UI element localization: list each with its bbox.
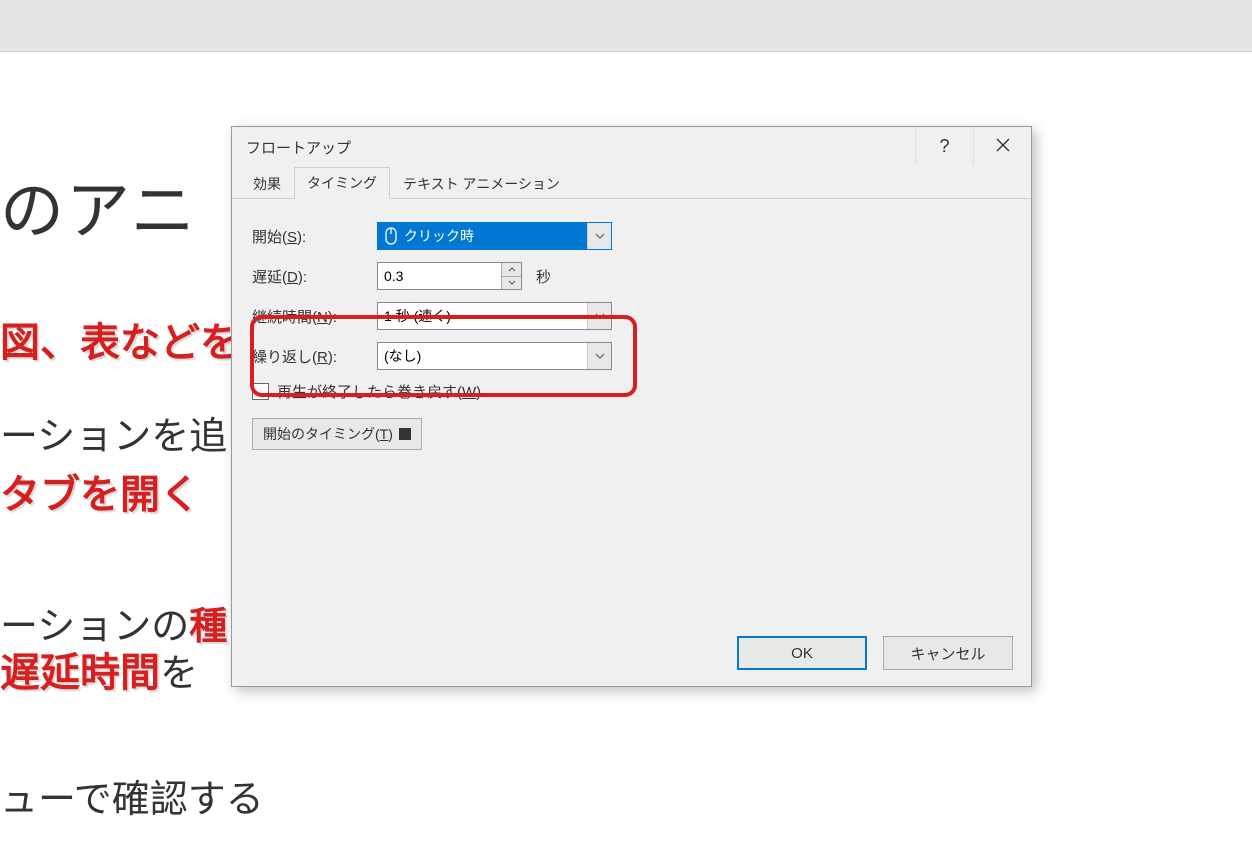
mouse-icon [384,227,398,245]
start-combo[interactable]: クリック時 [377,222,612,250]
bg-text-line6: 遅延時間を [0,640,198,698]
dialog-footer: OK キャンセル [737,636,1013,670]
duration-value: 1 秒 (速く) [378,303,587,329]
chevron-down-icon[interactable] [587,223,611,249]
bg-text-title: のアニ [0,160,197,252]
rewind-checkbox[interactable] [252,383,269,400]
app-ribbon-strip [0,0,1252,52]
spinner-up-icon[interactable] [502,263,521,277]
delay-value: 0.3 [378,263,501,289]
bg-text-line2: 図、表などを [0,310,240,368]
row-delay: 遅延(D): 0.3 秒 [252,261,1011,291]
label-rewind: 再生が終了したら巻き戻す(W) [277,381,481,402]
row-rewind[interactable]: 再生が終了したら巻き戻す(W) [252,381,1011,402]
help-button[interactable]: ? [915,127,973,165]
dialog-titlebar[interactable]: フロートアップ ? [232,127,1031,167]
label-delay: 遅延(D): [252,266,377,287]
row-duration: 継続時間(N): 1 秒 (速く) [252,301,1011,331]
row-repeat: 繰り返し(R): (なし) [252,341,1011,371]
float-up-dialog: フロートアップ ? 効果 タイミング テキスト アニメーション 開始(S): [231,126,1032,687]
dialog-title: フロートアップ [232,137,351,158]
trigger-button[interactable]: 開始のタイミング(T) [252,418,422,450]
dialog-tabs: 効果 タイミング テキスト アニメーション [232,169,1031,199]
label-start: 開始(S): [252,226,377,247]
start-combo-value: クリック時 [378,223,587,249]
cancel-button[interactable]: キャンセル [883,636,1013,670]
help-icon: ? [939,136,949,157]
delay-spinner[interactable]: 0.3 [377,262,522,290]
label-repeat: 繰り返し(R): [252,346,377,367]
bg-text-line7: ューで確認する [0,768,264,823]
ok-button[interactable]: OK [737,636,867,670]
spinner-down-icon[interactable] [502,277,521,290]
tab-timing[interactable]: タイミング [294,167,390,199]
collapse-icon [399,428,411,440]
chevron-down-icon[interactable] [587,303,611,329]
label-duration: 継続時間(N): [252,306,377,327]
trigger-label: 開始のタイミング(T) [263,424,393,444]
row-start: 開始(S): クリック時 [252,221,1011,251]
close-button[interactable] [973,127,1031,165]
repeat-combo[interactable]: (なし) [377,342,612,370]
tab-effect[interactable]: 効果 [240,168,294,199]
tab-text-animation[interactable]: テキスト アニメーション [390,168,573,199]
delay-unit: 秒 [536,266,551,287]
bg-text-line4: タブを開く [0,462,200,520]
duration-combo[interactable]: 1 秒 (速く) [377,302,612,330]
chevron-down-icon[interactable] [587,343,611,369]
bg-text-line3: ーションを追 [0,405,227,460]
dialog-content: 開始(S): クリック時 遅延(D): 0.3 [232,199,1031,460]
close-icon [996,136,1010,157]
repeat-value: (なし) [378,343,587,369]
